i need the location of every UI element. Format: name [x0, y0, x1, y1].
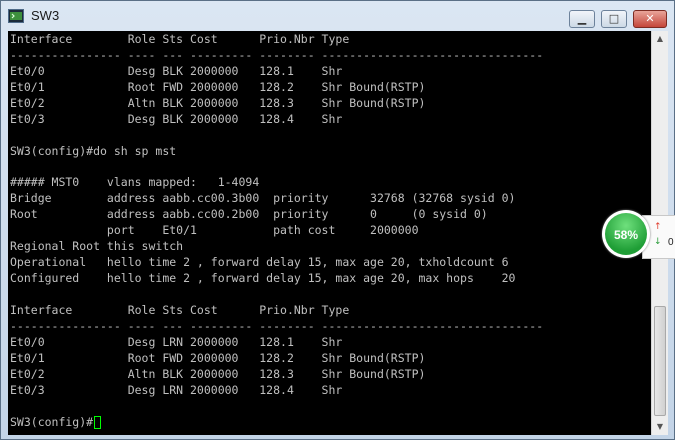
terminal-line-text: Operational hello time 2 , forward delay… — [10, 255, 509, 270]
close-button[interactable]: ✕ — [633, 10, 667, 28]
terminal-line: ##### MST0 vlans mapped: 1-4094 — [10, 174, 543, 190]
terminal-line-text: Et0/2 Altn BLK 2000000 128.3 Shr Bound(R… — [10, 95, 426, 110]
terminal-line: Et0/3 Desg LRN 2000000 128.4 Shr — [10, 382, 543, 398]
terminal-line-text: Et0/3 Desg BLK 2000000 128.4 Shr — [10, 111, 343, 126]
terminal-line: Root address aabb.cc00.2b00 priority 0 (… — [10, 206, 543, 222]
terminal-line-text: ---------------- ---- --- --------- ----… — [10, 47, 544, 62]
terminal-line: Et0/0 Desg BLK 2000000 128.1 Shr — [10, 63, 543, 79]
terminal-line: SW3(config)# — [10, 414, 543, 430]
terminal-line: SW3(config)#do sh sp mst — [10, 143, 543, 159]
terminal-line-text: ##### MST0 vlans mapped: 1-4094 — [10, 175, 260, 190]
terminal-line: Et0/1 Root FWD 2000000 128.2 Shr Bound(R… — [10, 350, 543, 366]
terminal-line-text: ---------------- ---- --- --------- ----… — [10, 318, 544, 333]
gauge-percent: 58% — [613, 228, 639, 242]
terminal-line-text: Regional Root this switch — [10, 239, 184, 254]
scroll-down-icon[interactable]: ▼ — [652, 419, 668, 435]
memory-gauge[interactable]: 58% — [602, 210, 650, 258]
terminal-line-text: SW3(config)#do sh sp mst — [10, 143, 177, 158]
terminal-line-text: Et0/2 Altn BLK 2000000 128.3 Shr Bound(R… — [10, 366, 426, 381]
terminal-line-text: Interface Role Sts Cost Prio.Nbr Type — [10, 302, 350, 317]
terminal-line-text: Et0/1 Root FWD 2000000 128.2 Shr Bound(R… — [10, 350, 426, 365]
terminal-line: Et0/1 Root FWD 2000000 128.2 Shr Bound(R… — [10, 79, 543, 95]
scroll-up-icon[interactable]: ▲ — [652, 31, 668, 47]
terminal-line-text: Root address aabb.cc00.2b00 priority 0 (… — [10, 207, 488, 222]
terminal-window: SW3 ▁ □ ✕ Interface Role Sts Cost Prio.N… — [0, 0, 675, 440]
terminal-line-text: Et0/3 Desg LRN 2000000 128.4 Shr — [10, 382, 343, 397]
terminal-line-text: Et0/0 Desg LRN 2000000 128.1 Shr — [10, 334, 343, 349]
window-title: SW3 — [31, 8, 60, 23]
terminal-line: Operational hello time 2 , forward delay… — [10, 254, 543, 270]
upload-arrow-icon: ↑ — [654, 222, 662, 232]
terminal-line-text: Configured hello time 2 , forward delay … — [10, 271, 516, 286]
terminal-line: Et0/2 Altn BLK 2000000 128.3 Shr Bound(R… — [10, 95, 543, 111]
download-arrow-icon: ↓ — [654, 237, 662, 247]
terminal-line: Et0/2 Altn BLK 2000000 128.3 Shr Bound(R… — [10, 366, 543, 382]
network-speed-value: 0 — [668, 237, 674, 248]
minimize-button[interactable]: ▁ — [569, 10, 595, 28]
terminal-line: Regional Root this switch — [10, 238, 543, 254]
terminal-line: Bridge address aabb.cc00.3b00 priority 3… — [10, 190, 543, 206]
terminal-cursor — [94, 415, 102, 429]
terminal-line-text: Et0/1 Root FWD 2000000 128.2 Shr Bound(R… — [10, 79, 426, 94]
terminal-lines: Interface Role Sts Cost Prio.Nbr Type ---… — [10, 31, 543, 429]
terminal-line: Et0/0 Desg LRN 2000000 128.1 Shr — [10, 334, 543, 350]
terminal-line: Interface Role Sts Cost Prio.Nbr Type — [10, 31, 543, 47]
terminal-line-text: Bridge address aabb.cc00.3b00 priority 3… — [10, 191, 516, 206]
maximize-button[interactable]: □ — [601, 10, 627, 28]
terminal-line: Interface Role Sts Cost Prio.Nbr Type — [10, 302, 543, 318]
gauge-fill: 58% — [605, 213, 647, 255]
terminal-line: ---------------- ---- --- --------- ----… — [10, 47, 543, 63]
title-bar[interactable]: SW3 ▁ □ ✕ — [1, 1, 674, 31]
terminal-line-text: SW3(config)# — [10, 414, 94, 429]
terminal-app-icon — [8, 9, 24, 23]
terminal-line-text: port Et0/1 path cost 2000000 — [10, 223, 419, 238]
terminal-line: ---------------- ---- --- --------- ----… — [10, 318, 543, 334]
terminal-line: Et0/3 Desg BLK 2000000 128.4 Shr — [10, 111, 543, 127]
terminal-line-text: Et0/0 Desg BLK 2000000 128.1 Shr — [10, 63, 343, 78]
terminal-line: port Et0/1 path cost 2000000 — [10, 222, 543, 238]
terminal-output[interactable]: Interface Role Sts Cost Prio.Nbr Type ---… — [8, 31, 651, 435]
scrollbar-thumb[interactable] — [654, 306, 666, 416]
terminal-line: Configured hello time 2 , forward delay … — [10, 270, 543, 286]
terminal-line-text: Interface Role Sts Cost Prio.Nbr Type — [10, 32, 350, 46]
